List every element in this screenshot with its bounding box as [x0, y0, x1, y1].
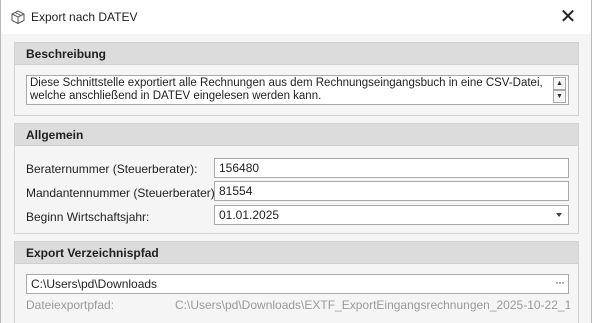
mandant-field[interactable]: 81554: [214, 181, 569, 201]
wirtschaftsjahr-select[interactable]: 01.01.2025: [214, 205, 569, 225]
section-beschreibung: Beschreibung Diese Schnittstelle exporti…: [14, 42, 579, 116]
scroll-up-button[interactable]: ▲: [553, 77, 566, 90]
package-icon: [11, 10, 25, 24]
close-icon: ✕: [559, 6, 577, 28]
dialog-body: Beschreibung Diese Schnittstelle exporti…: [1, 34, 591, 323]
section-header-beschreibung: Beschreibung: [15, 43, 578, 65]
wirtschaftsjahr-label: Beginn Wirtschaftsjahr:: [26, 210, 150, 224]
arrow-up-icon: ▲: [556, 80, 563, 87]
mandant-label: Mandantennummer (Steuerberater):: [26, 186, 219, 200]
close-button[interactable]: ✕: [545, 0, 591, 34]
section-allgemein: Allgemein Beraternummer (Steuerberater):…: [14, 123, 579, 234]
export-path-field[interactable]: C:\Users\pd\Downloads ···: [26, 274, 569, 294]
scroll-down-button[interactable]: ▼: [553, 90, 566, 103]
browse-button[interactable]: ···: [555, 275, 565, 289]
wirtschaftsjahr-value: 01.01.2025: [219, 208, 280, 222]
berater-field[interactable]: 156480: [214, 158, 569, 178]
export-dialog: Export nach DATEV ✕ Beschreibung Diese S…: [0, 0, 592, 323]
description-box[interactable]: Diese Schnittstelle exportiert alle Rech…: [26, 75, 569, 105]
description-scrollbar[interactable]: ▲ ▼: [553, 77, 567, 103]
title-bar: Export nach DATEV ✕: [1, 0, 591, 34]
chevron-down-icon: [556, 213, 562, 217]
description-text: Diese Schnittstelle exportiert alle Rech…: [30, 77, 543, 102]
export-path-value: C:\Users\pd\Downloads: [31, 277, 158, 291]
window-title: Export nach DATEV: [31, 10, 138, 24]
file-export-label: Dateiexportpfad:: [26, 298, 115, 312]
arrow-down-icon: ▼: [556, 93, 563, 100]
section-header-allgemein: Allgemein: [15, 124, 578, 146]
berater-label: Beraternummer (Steuerberater):: [26, 162, 198, 176]
section-header-export: Export Verzeichnispfad: [15, 242, 578, 264]
file-export-path: C:\Users\pd\Downloads\EXTF_ExportEingang…: [175, 298, 570, 312]
section-export: Export Verzeichnispfad C:\Users\pd\Downl…: [14, 241, 579, 323]
